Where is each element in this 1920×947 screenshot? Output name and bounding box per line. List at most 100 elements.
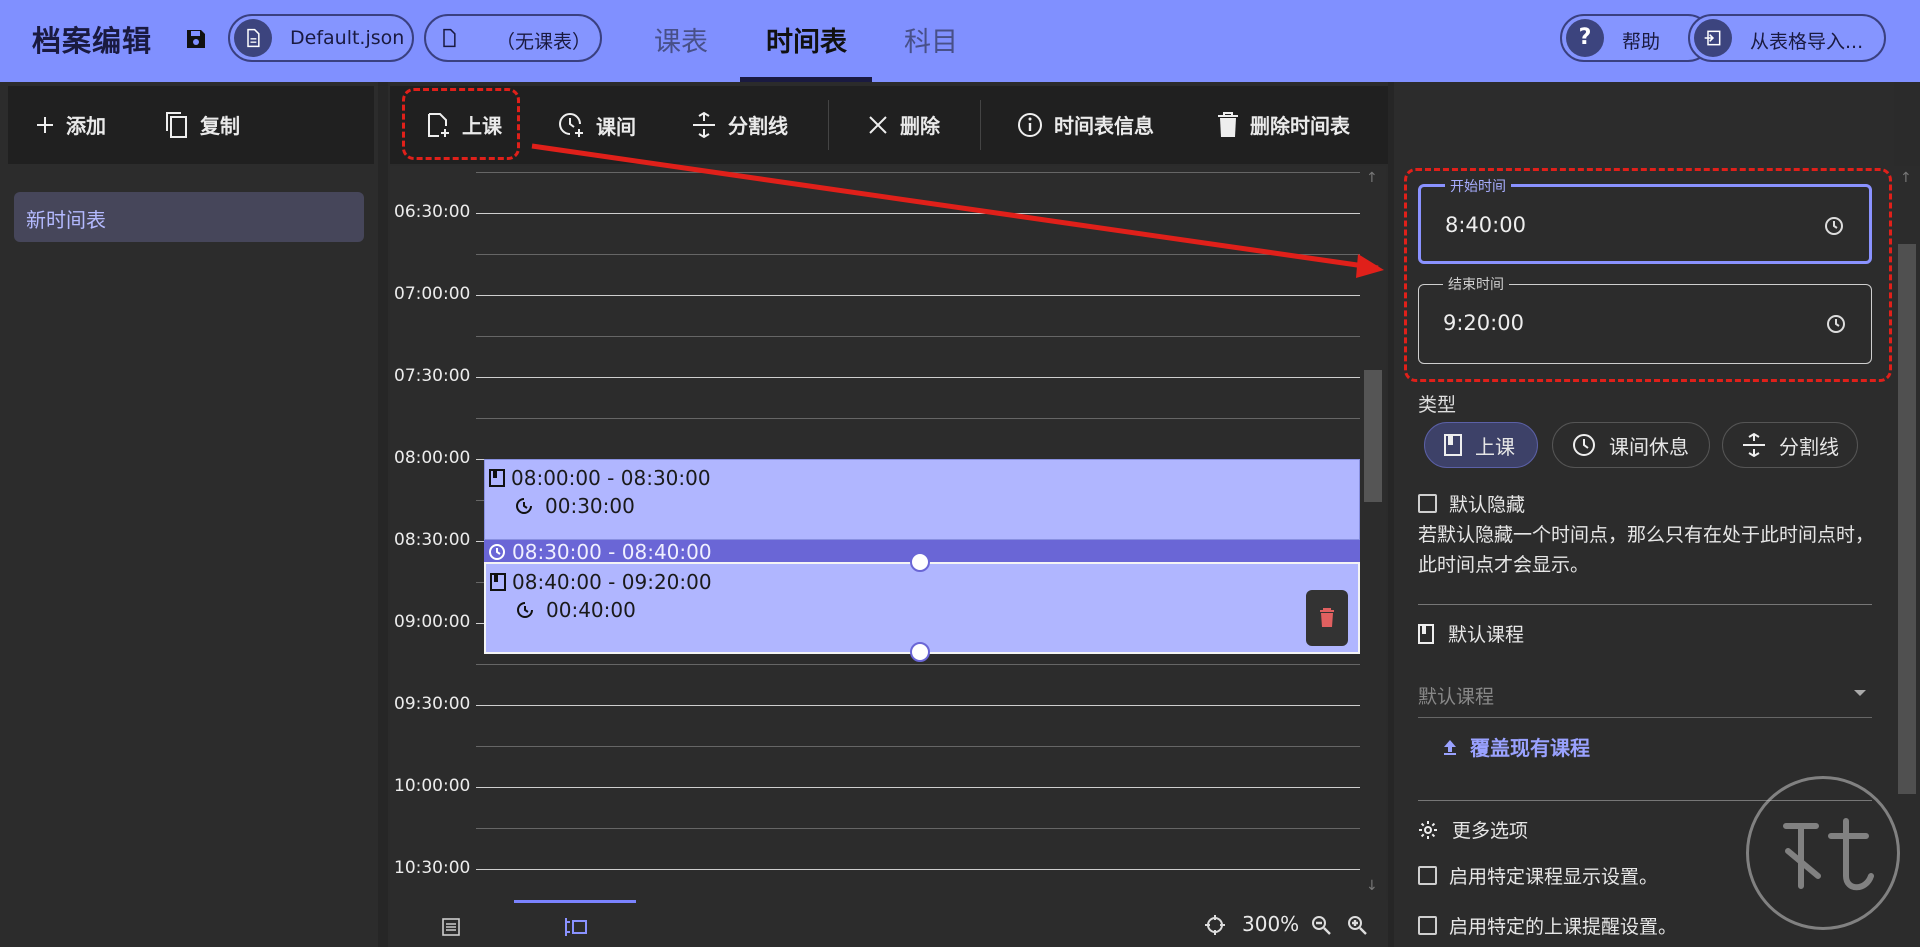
lesson-duration: 00:40:00	[514, 598, 636, 622]
tab-classes[interactable]: 课表	[654, 20, 708, 59]
time-label: 07:30:00	[394, 366, 471, 386]
info-icon	[1018, 112, 1042, 137]
import-from-table-button[interactable]: 从表格导入...	[1688, 14, 1886, 62]
zoom-out-icon[interactable]	[1310, 914, 1332, 936]
lesson-range: 08:40:00 - 09:20:00	[490, 570, 712, 594]
list-view-icon[interactable]	[442, 918, 460, 936]
section-divider	[1418, 604, 1872, 605]
timetable-info-button[interactable]: 时间表信息	[1016, 110, 1154, 139]
book-icon	[1418, 623, 1434, 644]
tab-timetable[interactable]: 时间表	[766, 20, 847, 59]
grid-line	[476, 172, 1360, 173]
add-label: 添加	[66, 114, 106, 138]
add-break-label: 课间	[596, 114, 636, 139]
default-hidden-checkbox-row[interactable]: 默认隐藏	[1418, 490, 1525, 517]
grid-line	[476, 664, 1360, 665]
more-options-label: 更多选项	[1452, 820, 1529, 842]
file-pill[interactable]: Default.json	[228, 14, 414, 62]
copy-label: 复制	[200, 114, 240, 138]
class-plan-pill-label: （无课表）	[496, 31, 592, 53]
add-divider-button[interactable]: 分割线	[690, 110, 788, 139]
list-item[interactable]: 新时间表	[14, 192, 364, 242]
add-button[interactable]: 添加	[34, 110, 106, 139]
type-chip-divider[interactable]: 分割线	[1722, 422, 1858, 468]
time-label: 08:30:00	[394, 530, 471, 550]
annotation-highlight-lesson-button	[402, 88, 520, 160]
delete-timetable-button[interactable]: 删除时间表	[1216, 110, 1350, 139]
clock-icon	[1573, 434, 1595, 456]
grid-line	[476, 336, 1360, 337]
scroll-up-icon[interactable]: ↑	[1900, 170, 1912, 186]
tab-subjects[interactable]: 科目	[904, 20, 958, 59]
class-plan-pill[interactable]: （无课表）	[424, 14, 602, 62]
file-icon	[234, 19, 272, 57]
scrollbar-thumb[interactable]	[1364, 370, 1382, 502]
type-chip-divider-label: 分割线	[1779, 434, 1839, 459]
option-reminder-row[interactable]: 启用特定的上课提醒设置。	[1418, 912, 1677, 939]
delete-label: 删除	[900, 114, 940, 138]
grid-line	[476, 869, 1360, 870]
default-hidden-checkbox[interactable]	[1418, 494, 1437, 513]
lesson-block[interactable]: 08:00:00 - 08:30:00 00:30:00	[484, 459, 1360, 540]
delete-block-button[interactable]	[1306, 590, 1348, 646]
override-courses-button[interactable]: 覆盖现有课程	[1442, 732, 1590, 761]
lesson-duration-text: 00:30:00	[545, 494, 635, 518]
add-clock-icon	[559, 113, 583, 137]
default-course-title-text: 默认课程	[1448, 624, 1525, 646]
book-icon	[1444, 434, 1462, 456]
time-label: 10:00:00	[394, 776, 471, 796]
book-icon	[489, 469, 505, 487]
import-label: 从表格导入...	[1750, 31, 1864, 53]
option-course-display-row[interactable]: 启用特定课程显示设置。	[1418, 862, 1658, 889]
file-pill-label: Default.json	[290, 27, 405, 49]
option-reminder-checkbox[interactable]	[1418, 916, 1437, 935]
add-break-button[interactable]: 课间	[556, 110, 636, 140]
chevron-down-icon	[1854, 690, 1866, 696]
default-course-section-title: 默认课程	[1418, 620, 1524, 647]
time-label: 08:00:00	[394, 448, 471, 468]
option-reminder-label: 启用特定的上课提醒设置。	[1449, 916, 1678, 938]
timeline-view[interactable]: 06:30:00 07:00:00 07:30:00 08:00:00 08:3…	[390, 166, 1360, 900]
type-chip-break-label: 课间休息	[1609, 434, 1689, 459]
toolbar-separator	[828, 100, 829, 150]
delete-button[interactable]: 删除	[866, 110, 940, 139]
scroll-down-icon[interactable]: ↓	[1366, 878, 1378, 894]
lesson-block-selected[interactable]: 08:40:00 - 09:20:00 00:40:00	[484, 562, 1360, 654]
plus-icon	[37, 116, 53, 133]
toolbar-separator	[980, 100, 981, 150]
help-icon: ?	[1566, 19, 1604, 57]
upload-icon	[1444, 739, 1456, 755]
grid-line	[476, 377, 1360, 378]
break-range-text: 08:30:00 - 08:40:00	[512, 540, 712, 562]
gear-icon	[1419, 820, 1437, 839]
default-course-placeholder: 默认课程	[1418, 686, 1495, 708]
option-course-display-checkbox[interactable]	[1418, 866, 1437, 885]
grid-line	[476, 705, 1360, 706]
type-chip-break[interactable]: 课间休息	[1552, 422, 1710, 468]
grid-line	[476, 828, 1360, 829]
timeline-scrollbar[interactable]: ↑ ↓	[1360, 166, 1386, 900]
copy-button[interactable]: 复制	[164, 110, 240, 139]
timer-icon	[517, 602, 533, 618]
time-label: 10:30:00	[394, 858, 471, 878]
resize-handle-top[interactable]	[910, 552, 930, 572]
clock-icon	[489, 544, 505, 560]
timeline-view-icon[interactable]	[564, 916, 588, 938]
default-course-select[interactable]: 默认课程	[1418, 678, 1872, 718]
save-icon[interactable]	[184, 27, 208, 51]
timeline-bottom-bar: 300%	[390, 900, 1390, 947]
scroll-up-icon[interactable]: ↑	[1366, 170, 1378, 186]
resize-handle-bottom[interactable]	[910, 642, 930, 662]
import-icon	[1694, 19, 1732, 57]
zoom-level: 300%	[1242, 912, 1300, 936]
locate-icon[interactable]	[1204, 914, 1226, 936]
zoom-in-icon[interactable]	[1346, 914, 1368, 936]
close-icon	[869, 115, 887, 134]
app-header: 档案编辑 Default.json （无课表） 课表 时间表 科目 ? 帮助 从…	[0, 0, 1920, 82]
time-label: 07:00:00	[394, 284, 471, 304]
lesson-range-text: 08:40:00 - 09:20:00	[512, 570, 712, 594]
timer-icon	[516, 498, 532, 514]
panel-splitter[interactable]	[378, 82, 388, 947]
type-chip-lesson[interactable]: 上课	[1424, 422, 1538, 468]
scrollbar-thumb[interactable]	[1898, 244, 1916, 794]
